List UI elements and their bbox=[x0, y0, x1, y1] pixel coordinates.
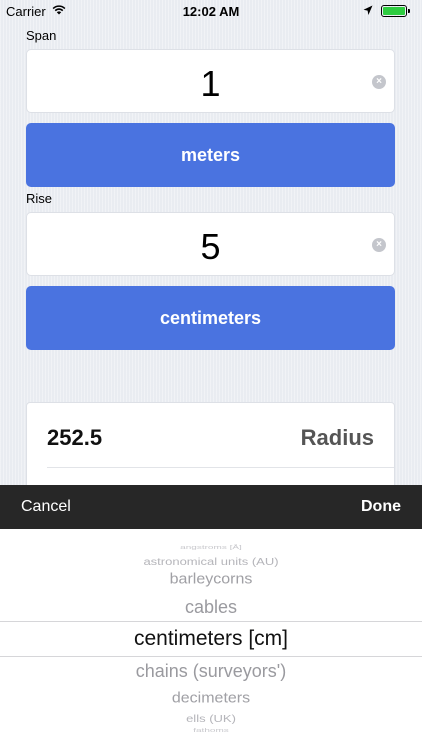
span-value: 1 bbox=[200, 63, 221, 104]
rise-label: Rise bbox=[26, 191, 53, 206]
picker-item[interactable]: chains (surveyors') bbox=[0, 661, 422, 682]
location-arrow-icon bbox=[363, 4, 373, 19]
picker-item[interactable]: decimeters bbox=[0, 691, 422, 707]
radius-value: 252.5 bbox=[47, 425, 103, 450]
picker-selection-top-line bbox=[0, 621, 422, 622]
status-bar: Carrier 12:02 AM bbox=[0, 0, 422, 22]
picker-item[interactable]: barleycorns bbox=[0, 572, 422, 588]
rise-input[interactable]: 5 × bbox=[26, 212, 395, 276]
picker-item[interactable]: astronomical units (AU) bbox=[0, 556, 422, 567]
span-unit-button[interactable]: meters bbox=[26, 123, 395, 187]
done-button[interactable]: Done bbox=[361, 498, 401, 516]
picker-selection-bottom-line bbox=[0, 656, 422, 657]
picker-item[interactable]: cables bbox=[0, 597, 422, 618]
span-input[interactable]: 1 × bbox=[26, 49, 395, 113]
rise-unit-button[interactable]: centimeters bbox=[26, 286, 395, 350]
cancel-button[interactable]: Cancel bbox=[21, 498, 71, 516]
clear-circle-icon[interactable]: × bbox=[372, 75, 386, 89]
result-card: 252.5 Radius bbox=[26, 402, 395, 492]
span-label: Span bbox=[26, 28, 57, 43]
clear-circle-icon[interactable]: × bbox=[372, 238, 386, 252]
picker-item[interactable]: angstroms [Å] bbox=[0, 544, 422, 550]
picker-item[interactable]: fathoms bbox=[0, 727, 422, 733]
unit-picker[interactable]: angstroms [Å] astronomical units (AU) ba… bbox=[0, 529, 422, 750]
picker-item[interactable]: ells (UK) bbox=[0, 713, 422, 724]
radius-label: Radius bbox=[300, 425, 374, 450]
divider bbox=[47, 467, 394, 468]
clock: 12:02 AM bbox=[182, 4, 240, 19]
picker-toolbar: Cancel Done bbox=[0, 485, 422, 529]
battery-full-icon bbox=[381, 5, 410, 17]
rise-value: 5 bbox=[200, 226, 221, 267]
picker-item-selected[interactable]: centimeters [cm] bbox=[0, 627, 422, 651]
